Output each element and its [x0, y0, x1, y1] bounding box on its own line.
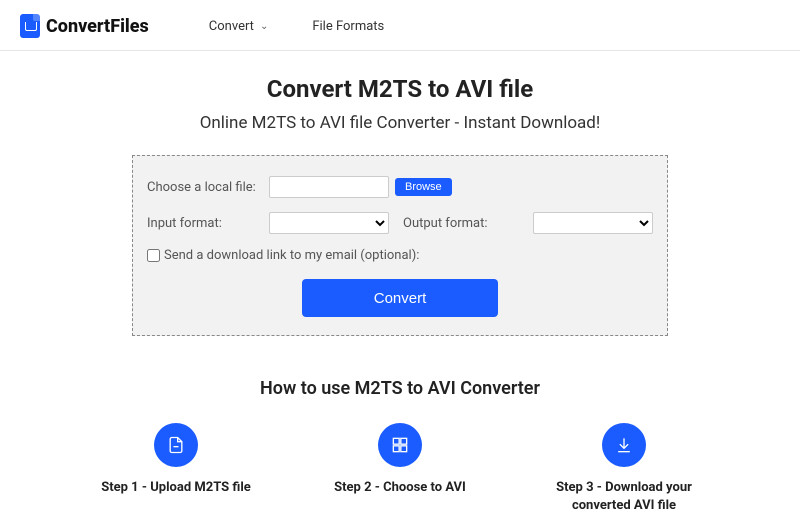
- nav-convert-label: Convert: [209, 19, 254, 34]
- step-2: Step 2 - Choose to AVI: [315, 423, 485, 514]
- howto-heading: How to use M2TS to AVI Converter: [0, 378, 800, 399]
- topbar: ConvertFiles Convert ⌄ File Formats: [0, 0, 800, 51]
- file-arrow-icon: [20, 14, 40, 38]
- email-label: Send a download link to my email (option…: [164, 248, 419, 263]
- download-icon: [602, 423, 646, 467]
- step-3-label: Step 3 - Download your converted AVI fil…: [539, 479, 709, 514]
- email-row: Send a download link to my email (option…: [147, 248, 653, 263]
- main-nav: Convert ⌄ File Formats: [209, 19, 384, 34]
- page-subtitle: Online M2TS to AVI file Converter - Inst…: [0, 113, 800, 133]
- output-format-select[interactable]: [533, 212, 653, 234]
- steps-row: Step 1 - Upload M2TS file Step 2 - Choos…: [0, 423, 800, 514]
- main-content: Convert M2TS to AVI file Online M2TS to …: [0, 51, 800, 524]
- step-1: Step 1 - Upload M2TS file: [91, 423, 261, 514]
- input-format-label: Input format:: [147, 216, 269, 231]
- nav-file-formats[interactable]: File Formats: [312, 19, 384, 34]
- convert-button[interactable]: Convert: [302, 279, 498, 317]
- page-title: Convert M2TS to AVI file: [0, 75, 800, 103]
- chevron-down-icon: ⌄: [260, 21, 268, 32]
- grid-icon: [378, 423, 422, 467]
- file-path-input[interactable]: [269, 176, 389, 198]
- step-1-label: Step 1 - Upload M2TS file: [91, 479, 261, 497]
- nav-formats-label: File Formats: [312, 19, 384, 34]
- output-format-label: Output format:: [403, 216, 488, 231]
- step-3: Step 3 - Download your converted AVI fil…: [539, 423, 709, 514]
- input-format-select[interactable]: [269, 212, 389, 234]
- choose-file-label: Choose a local file:: [147, 180, 269, 195]
- file-row: Choose a local file: Browse: [147, 176, 653, 198]
- nav-convert[interactable]: Convert ⌄: [209, 19, 269, 34]
- format-row: Input format: Output format:: [147, 212, 653, 234]
- step-2-label: Step 2 - Choose to AVI: [315, 479, 485, 497]
- email-checkbox[interactable]: [147, 249, 160, 262]
- conversion-form: Choose a local file: Browse Input format…: [132, 155, 668, 336]
- brand-name: ConvertFiles: [46, 16, 149, 37]
- browse-button[interactable]: Browse: [395, 178, 452, 196]
- upload-icon: [154, 423, 198, 467]
- howto-section: How to use M2TS to AVI Converter Step 1 …: [0, 378, 800, 514]
- brand-logo[interactable]: ConvertFiles: [20, 14, 149, 38]
